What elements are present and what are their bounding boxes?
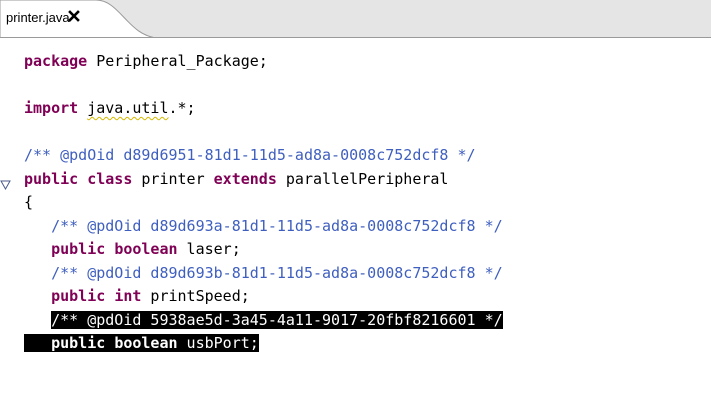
keyword-token: boolean <box>114 334 178 352</box>
keyword-token: class <box>87 169 133 188</box>
tab-label: printer.java <box>6 10 70 25</box>
code-token: { <box>24 193 34 211</box>
comment-token: /** @pdOid d89d693a-81d1-11d5-ad8a-0008c… <box>51 216 503 235</box>
code-line[interactable]: /** @pdOid d89d693b-81d1-11d5-ad8a-0008c… <box>24 262 503 286</box>
code-token: Peripheral_Package; <box>87 52 268 70</box>
code-line[interactable]: { <box>24 191 33 215</box>
keyword-token: public <box>51 240 106 258</box>
code-line[interactable]: public int printSpeed; <box>24 285 250 309</box>
close-icon[interactable] <box>67 9 81 23</box>
keyword-token: boolean <box>114 240 178 258</box>
code-token: laser; <box>177 240 241 258</box>
collapse-triangle-icon[interactable] <box>0 174 11 190</box>
editor-tab-bar: printer.java <box>0 0 711 38</box>
keyword-token: package <box>24 52 88 70</box>
code-token <box>24 334 52 352</box>
keyword-token: public <box>24 169 79 188</box>
code-token: java.util <box>87 99 169 117</box>
keyword-token: public <box>51 334 106 352</box>
code-line[interactable]: public boolean usbPort; <box>24 332 259 356</box>
code-editor[interactable]: package Peripheral_Package;import java.u… <box>0 37 711 414</box>
code-token: printSpeed; <box>141 287 250 305</box>
code-line[interactable]: package Peripheral_Package; <box>24 50 268 74</box>
code-token: parallelPeripheral <box>276 169 449 188</box>
code-line[interactable]: /** @pdOid d89d693a-81d1-11d5-ad8a-0008c… <box>24 215 503 239</box>
keyword-token: int <box>114 287 142 305</box>
code-line[interactable]: /** @pdOid 5938ae5d-3a45-4a11-9017-20fbf… <box>24 309 503 333</box>
comment-token: /** @pdOid d89d6951-81d1-11d5-ad8a-0008c… <box>24 146 476 164</box>
code-line[interactable]: public class printer extends parallelPer… <box>24 168 448 192</box>
code-token <box>105 334 115 352</box>
comment-token: /** @pdOid 5938ae5d-3a45-4a11-9017-20fbf… <box>51 310 503 329</box>
code-line[interactable]: /** @pdOid d89d6951-81d1-11d5-ad8a-0008c… <box>24 144 476 168</box>
keyword-token: public <box>51 287 106 305</box>
keyword-token: import <box>24 99 79 117</box>
code-line[interactable]: import java.util.*; <box>24 97 196 121</box>
code-line[interactable]: public boolean laser; <box>24 238 241 262</box>
tab-printer-java[interactable]: printer.java <box>0 0 158 38</box>
code-token: .*; <box>168 99 196 117</box>
code-token: printer <box>132 169 214 188</box>
keyword-token: extends <box>213 169 277 188</box>
comment-token: /** @pdOid d89d693b-81d1-11d5-ad8a-0008c… <box>51 263 503 282</box>
code-token: usbPort; <box>177 334 259 352</box>
editor-window: printer.java package Peripheral_Package;… <box>0 0 711 414</box>
